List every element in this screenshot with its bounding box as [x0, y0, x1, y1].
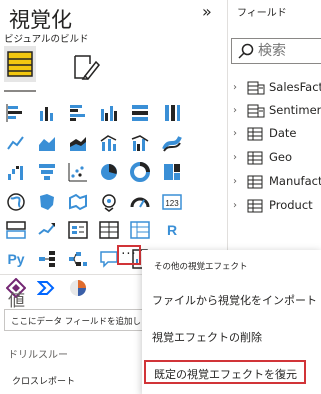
stacked-area-chart-icon[interactable]: [67, 133, 89, 153]
field-table-item[interactable]: › Geo: [233, 148, 292, 166]
field-table-name: Product: [269, 198, 313, 212]
chevron-right-icon[interactable]: ›: [233, 128, 247, 139]
clustered-column-chart-icon[interactable]: [98, 103, 120, 123]
power-automate-icon[interactable]: [36, 278, 58, 298]
donut-chart-icon[interactable]: [129, 162, 151, 182]
menu-header: その他の視覚エフェクト: [154, 262, 248, 272]
key-influencers-icon[interactable]: [36, 249, 58, 269]
table-icon[interactable]: [98, 220, 120, 240]
100-stacked-column-chart-icon[interactable]: [161, 103, 183, 123]
search-input[interactable]: [258, 42, 321, 60]
format-visual-tab[interactable]: [72, 52, 101, 84]
funnel-chart-icon[interactable]: [36, 162, 58, 182]
build-visual-subtitle: ビジュアルのビルド: [4, 34, 89, 45]
field-table-item[interactable]: › Date: [233, 124, 297, 142]
field-table-name: Manufacturer: [269, 174, 321, 188]
matrix-icon[interactable]: [129, 220, 151, 240]
svg-text:123: 123: [165, 199, 179, 208]
selected-tab-indicator: [4, 90, 36, 92]
field-table-item[interactable]: › Product: [233, 196, 313, 214]
fields-title: フィールド: [237, 8, 287, 19]
table-icon: [247, 198, 265, 213]
gauge-icon[interactable]: [129, 192, 151, 212]
area-chart-icon[interactable]: [36, 133, 58, 153]
clustered-bar-chart-icon[interactable]: [67, 103, 89, 123]
map-icon[interactable]: [5, 192, 27, 212]
scatter-chart-icon[interactable]: [67, 162, 89, 182]
restore-default-visuals-item[interactable]: 既定の視覚エフェクトを復元: [144, 360, 306, 384]
ribbon-chart-icon[interactable]: [161, 133, 183, 153]
search-icon: [238, 43, 254, 59]
more-visuals-button[interactable]: ···: [117, 245, 141, 265]
stacked-bar-chart-icon[interactable]: [5, 103, 27, 123]
waterfall-chart-icon[interactable]: [5, 162, 27, 182]
format-brush-icon: [74, 55, 101, 81]
line-chart-icon[interactable]: [5, 133, 27, 153]
treemap-icon[interactable]: [161, 162, 183, 182]
filled-map-icon[interactable]: [36, 192, 58, 212]
cross-report-label: クロスレポート: [12, 377, 76, 387]
python-visual-icon[interactable]: Py: [5, 249, 27, 269]
slicer-icon[interactable]: [67, 220, 89, 240]
field-table-name: Geo: [269, 150, 293, 164]
multi-row-card-icon[interactable]: [5, 220, 27, 240]
table-icon: [247, 150, 265, 165]
azure-map-icon[interactable]: [98, 192, 120, 212]
pie-chart-icon[interactable]: [98, 162, 120, 182]
field-table-name: Date: [269, 126, 297, 140]
import-visual-from-file-item[interactable]: ファイルから視覚化をインポート: [152, 292, 317, 308]
r-visual-icon[interactable]: R: [161, 220, 183, 240]
calculator-table-icon: [247, 80, 265, 95]
drillthrough-title: ドリルスルー: [8, 350, 68, 361]
table-icon: [247, 174, 265, 189]
card-icon[interactable]: 123: [161, 192, 183, 212]
build-visual-tab[interactable]: [4, 46, 36, 82]
kpi-icon[interactable]: [36, 220, 58, 240]
values-title: 値: [8, 291, 25, 311]
chevron-right-icon[interactable]: ›: [233, 82, 247, 93]
field-table-item[interactable]: › SalesFact: [233, 78, 321, 96]
custom-visual-icon[interactable]: [67, 278, 89, 298]
visualizations-title: 視覚化: [9, 8, 72, 32]
decomposition-tree-icon[interactable]: [67, 249, 89, 269]
ellipsis-icon: ···: [121, 247, 137, 262]
double-chevron-right-icon[interactable]: »: [202, 2, 212, 21]
stacked-column-chart-icon[interactable]: [36, 103, 58, 123]
field-table-name: SalesFact: [269, 80, 321, 94]
more-visuals-menu: その他の視覚エフェクト ファイルから視覚化をインポート 視覚エフェクトの削除 既…: [142, 250, 321, 394]
field-table-item[interactable]: › Manufacturer: [233, 172, 321, 190]
remove-visual-item[interactable]: 視覚エフェクトの削除: [152, 329, 262, 345]
field-table-item[interactable]: › Sentiment: [233, 101, 321, 119]
field-table-name: Sentiment: [269, 103, 321, 117]
100-stacked-bar-chart-icon[interactable]: [129, 103, 151, 123]
values-drop-zone[interactable]: ここにデータ フィールドを追加します: [4, 309, 154, 331]
chevron-right-icon[interactable]: ›: [233, 105, 247, 116]
line-and-clustered-column-icon[interactable]: [129, 133, 151, 153]
shape-map-icon[interactable]: [67, 192, 89, 212]
table-icon: [247, 126, 265, 141]
chevron-right-icon[interactable]: ›: [233, 200, 247, 211]
calculator-table-icon: [247, 103, 265, 118]
fields-search[interactable]: [231, 38, 321, 64]
line-and-stacked-column-icon[interactable]: [98, 133, 120, 153]
build-visual-icon: [7, 51, 33, 77]
chevron-right-icon[interactable]: ›: [233, 176, 247, 187]
chevron-right-icon[interactable]: ›: [233, 152, 247, 163]
